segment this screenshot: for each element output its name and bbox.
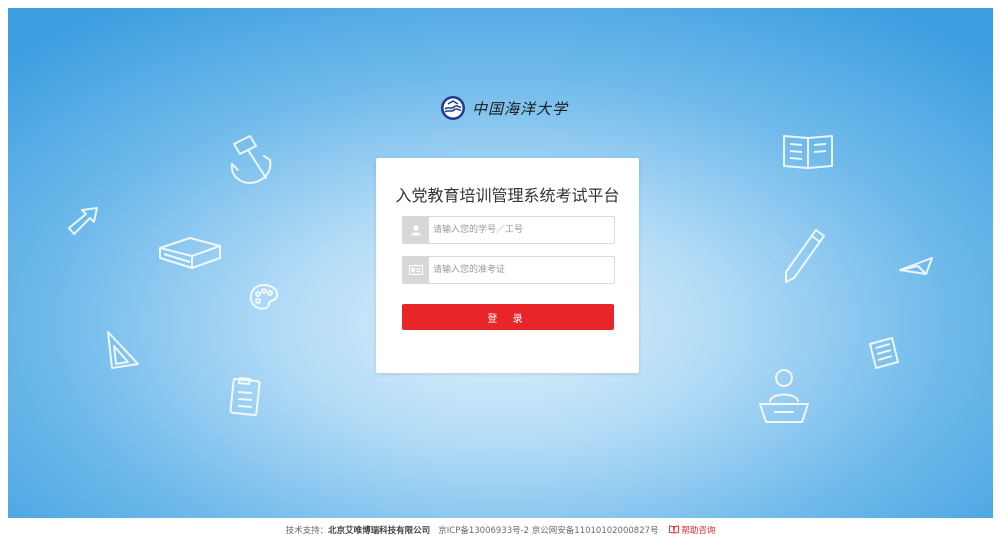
footer: 技术支持：北京艾唯博瑞科技有限公司 京ICP备13006933号-2 京公网安备… [0,524,1001,536]
book-icon [156,232,224,272]
ticket-input[interactable] [433,257,609,283]
teacher-icon [756,364,812,426]
palette-icon [248,282,280,312]
university-emblem-icon [441,96,465,120]
university-name: 中国海洋大学 [472,99,569,118]
help-label[interactable]: 帮助咨询 [681,526,715,536]
open-book-icon [780,130,836,172]
username-field[interactable] [402,216,615,244]
help-link[interactable]: 帮助咨询 [669,525,715,536]
clipboard-icon [228,374,262,418]
login-button[interactable]: 登 录 [402,304,614,330]
book-icon [669,525,680,534]
login-card: 入党教育培训管理系统考试平台 登 录 [376,158,639,373]
login-background: 中国海洋大学 入党教育培训管理系统考试平台 登 录 [8,8,993,518]
arrow-icon [66,204,100,238]
triangle-ruler-icon [104,328,142,372]
support-label: 技术支持： [285,526,329,536]
notebook-icon [864,334,904,374]
hammer-sickle-icon [220,130,280,190]
user-icon [403,217,429,243]
icp-record[interactable]: 京ICP备13006933号-2 [438,526,529,536]
pencil-icon [780,226,828,286]
police-record[interactable]: 京公网安备11010102000827号 [532,526,659,536]
university-logo: 中国海洋大学 [440,94,568,122]
id-card-icon [403,257,429,283]
support-company: 北京艾唯博瑞科技有限公司 [328,526,431,536]
username-input[interactable] [433,217,609,243]
ticket-field[interactable] [402,256,615,284]
page-title: 入党教育培训管理系统考试平台 [395,186,620,205]
paper-plane-icon [896,252,936,278]
